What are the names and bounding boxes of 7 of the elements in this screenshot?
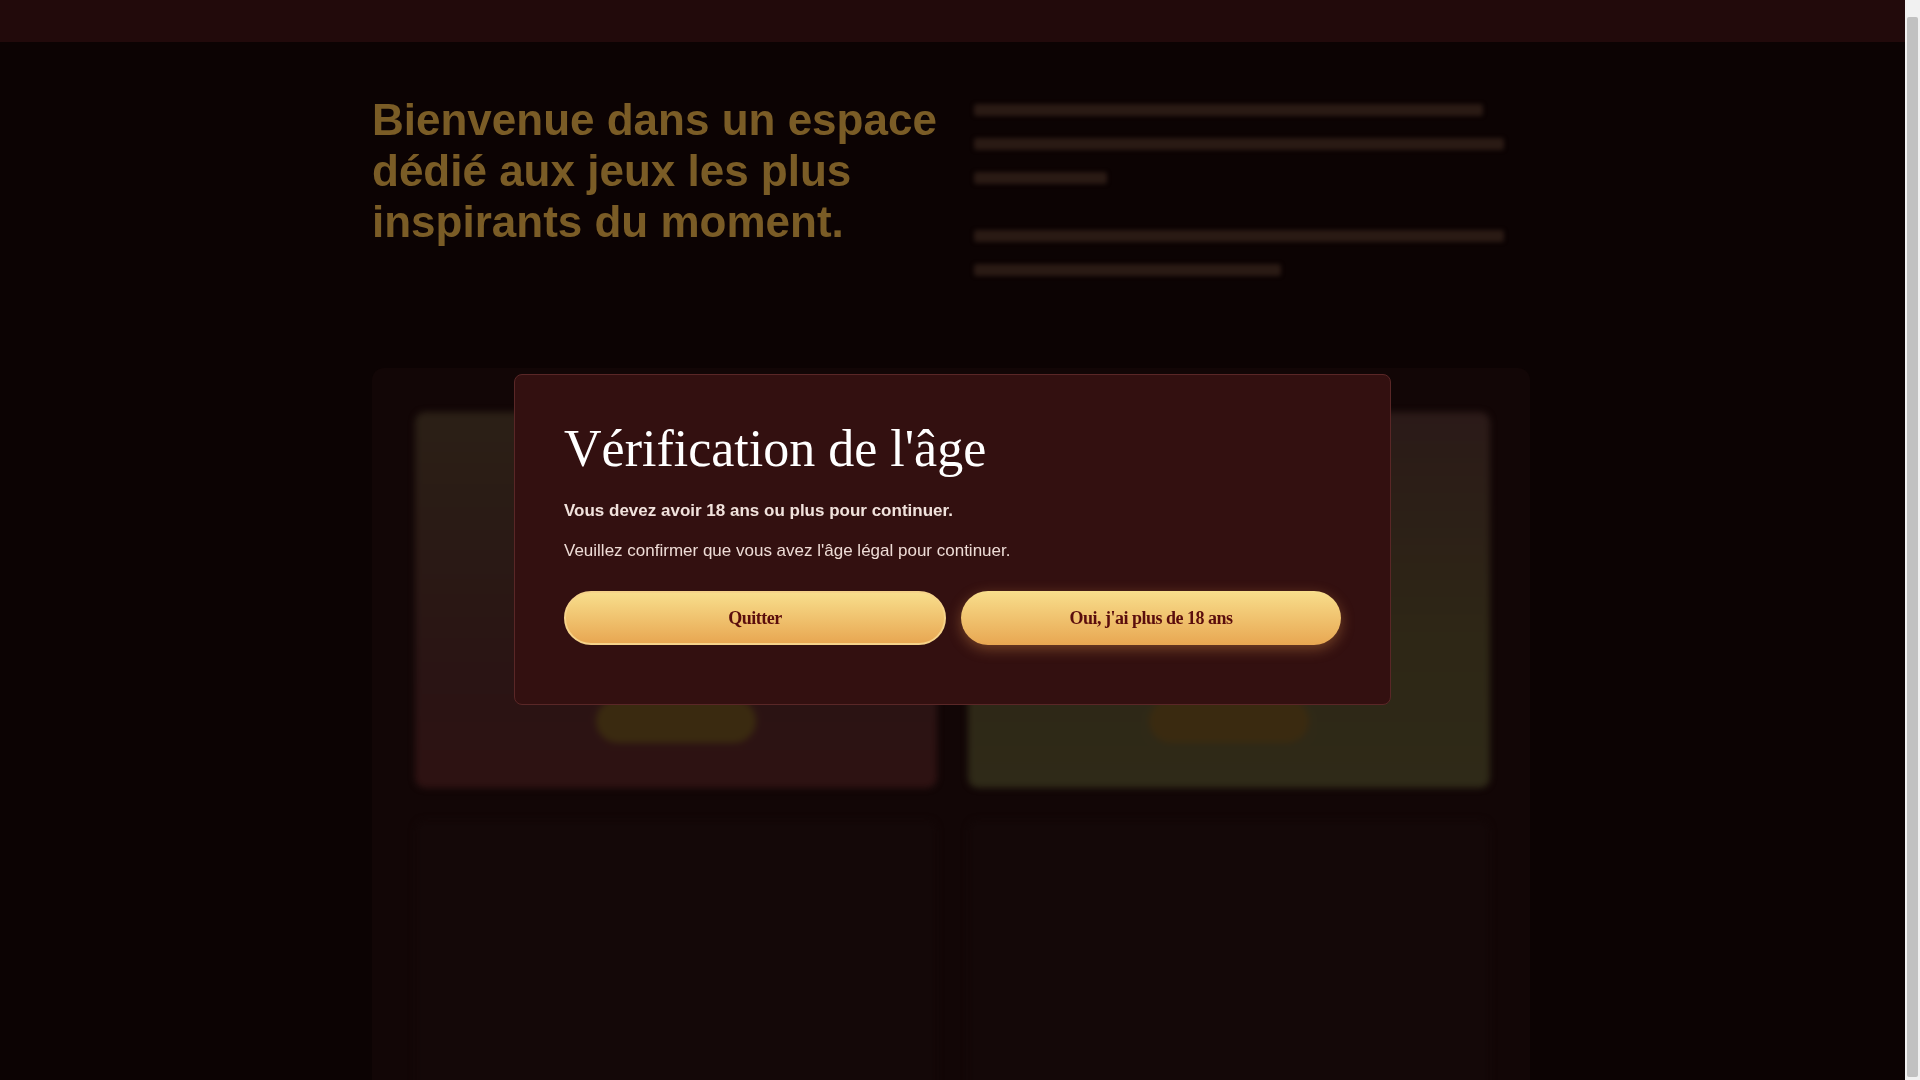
confirm-button[interactable]: Oui, j'ai plus de 18 ans xyxy=(961,591,1341,645)
dialog-warning: Vous devez avoir 18 ans ou plus pour continuer. xyxy=(564,501,954,521)
quit-button[interactable]: Quitter xyxy=(564,591,946,645)
hero-heading: Bienvenue dans un espace dédié aux jeux les plus inspirants du moment. xyxy=(372,94,938,248)
dialog-message: Veuillez confirmer que vous avez l'âge légal pour continuer. xyxy=(564,541,1012,561)
scrollbar[interactable] xyxy=(1905,0,1920,1080)
dialog-title: Vérification de l'âge xyxy=(564,419,988,479)
